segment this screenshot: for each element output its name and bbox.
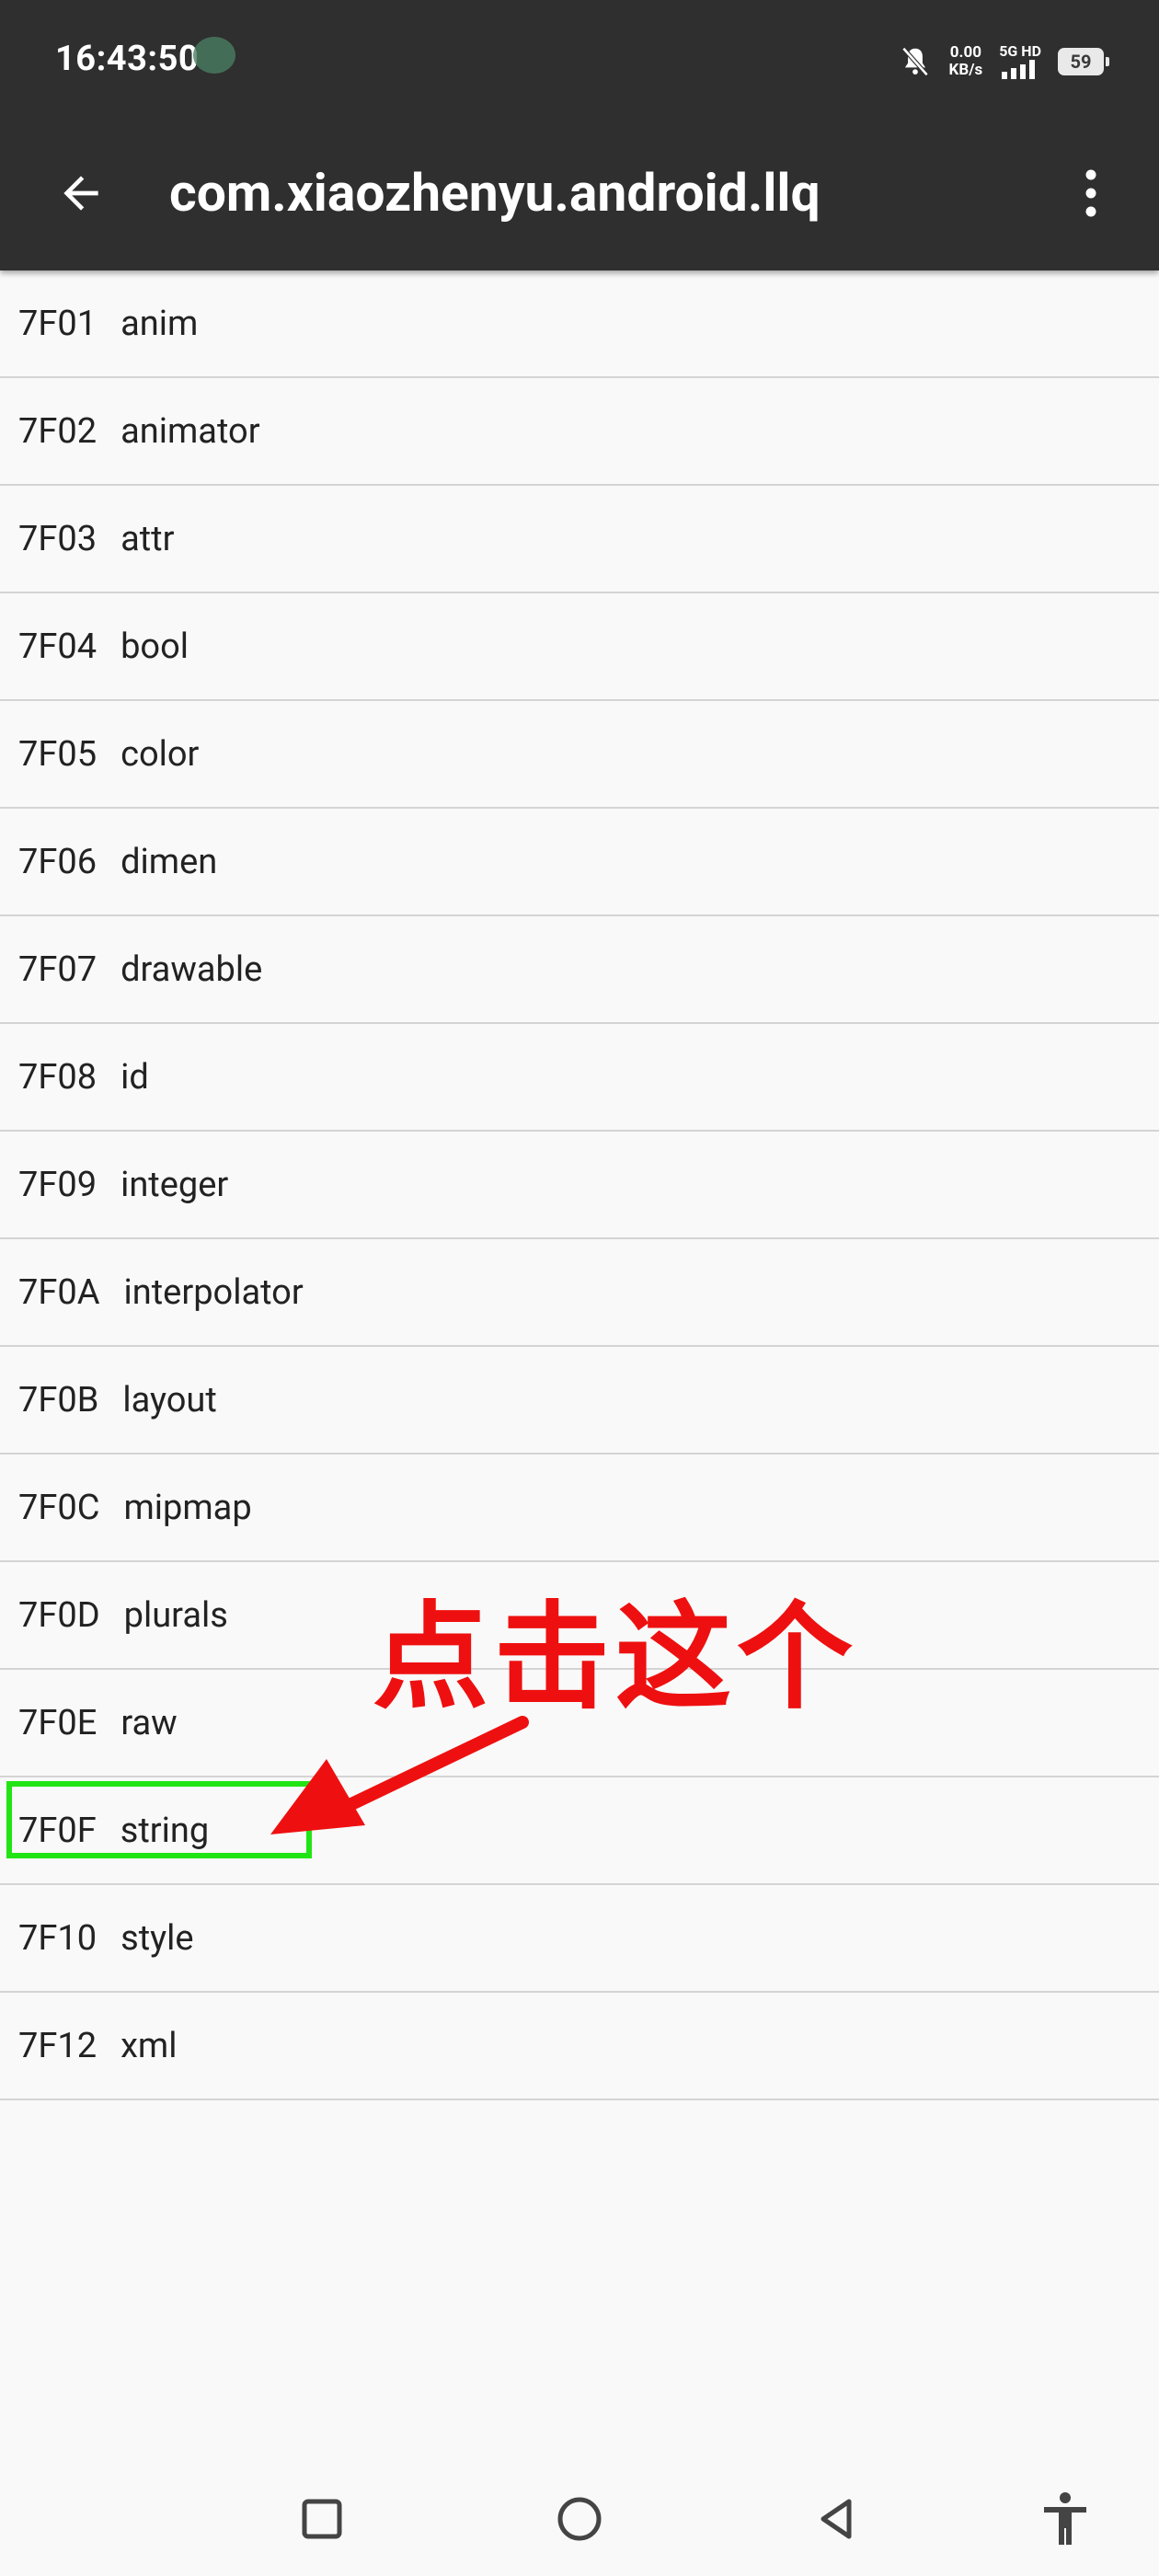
annotation-arrow-icon	[270, 1716, 529, 1834]
